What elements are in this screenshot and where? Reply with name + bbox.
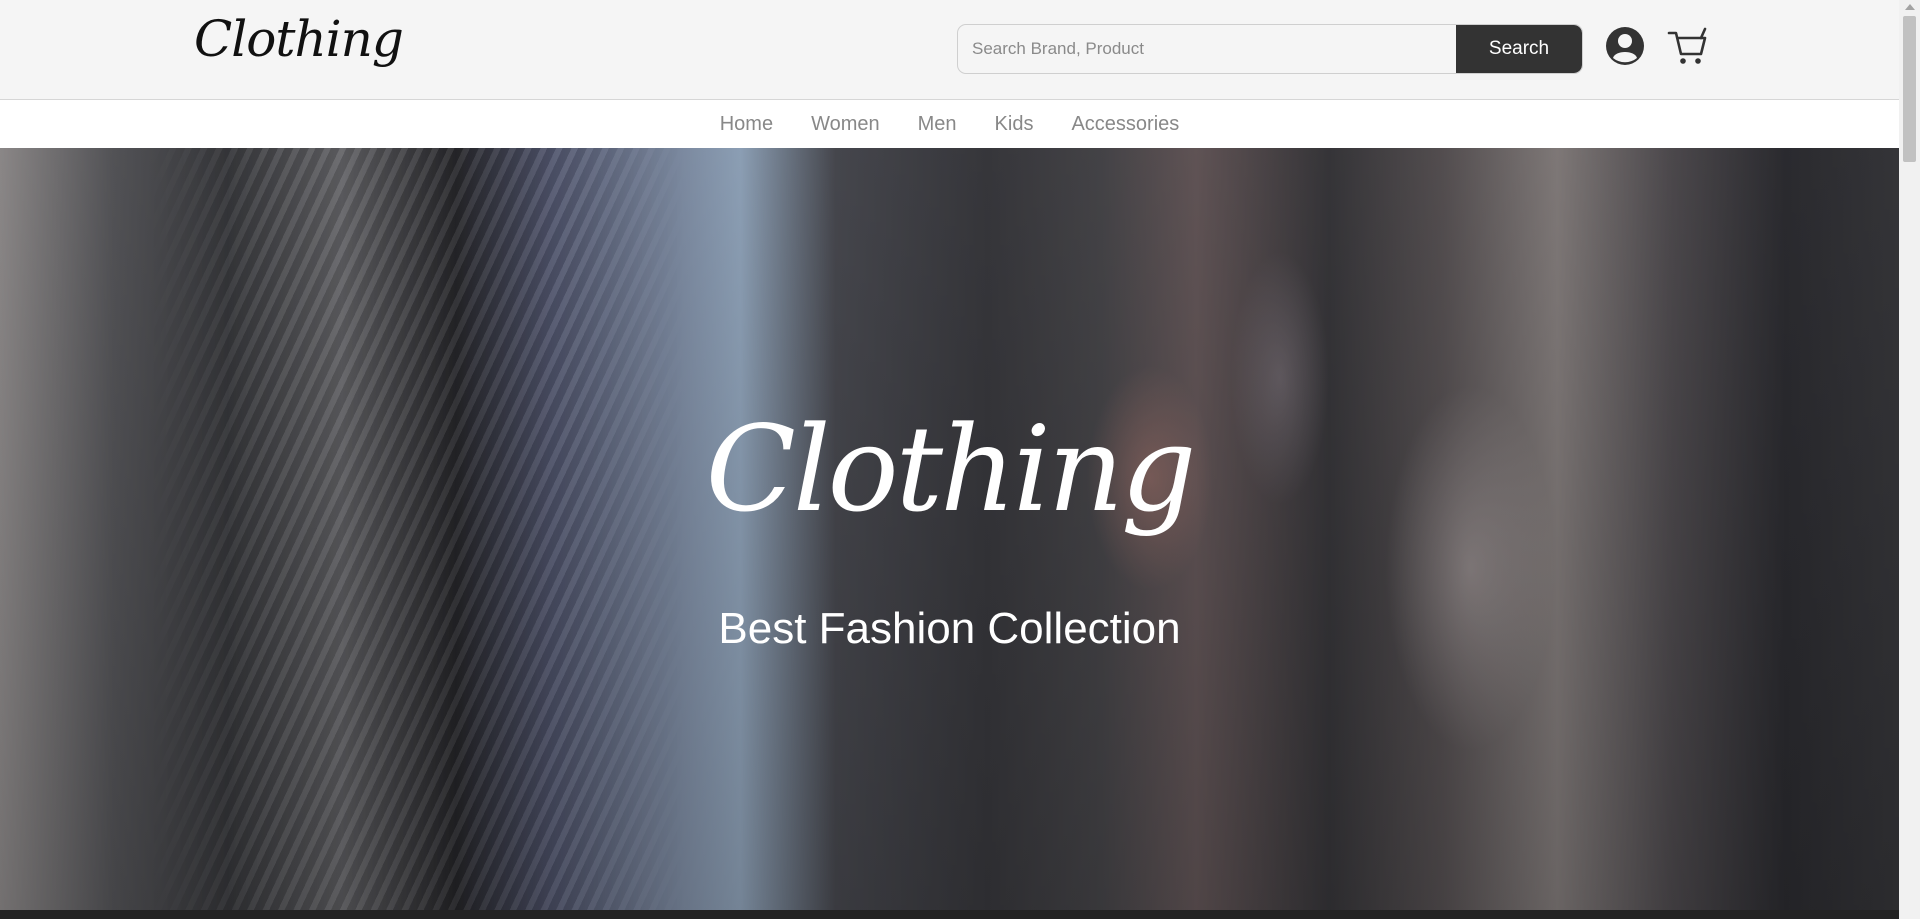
nav-item-men[interactable]: Men <box>918 113 957 136</box>
scrollbar-thumb[interactable] <box>1903 16 1916 162</box>
search-input[interactable] <box>958 25 1456 73</box>
nav-item-accessories[interactable]: Accessories <box>1071 113 1179 136</box>
search-form: Search <box>957 24 1583 74</box>
hero-tagline: Best Fashion Collection <box>718 604 1181 653</box>
user-account-icon[interactable] <box>1605 26 1645 66</box>
top-header: Clothing Search <box>0 0 1899 100</box>
nav-item-home[interactable]: Home <box>720 113 773 136</box>
main-nav: Home Women Men Kids Accessories <box>0 100 1899 148</box>
shopping-cart-icon[interactable] <box>1667 26 1709 66</box>
search-button[interactable]: Search <box>1456 25 1582 73</box>
vertical-scrollbar[interactable] <box>1899 0 1920 919</box>
hero-logo: Clothing <box>705 400 1197 538</box>
nav-item-kids[interactable]: Kids <box>995 113 1034 136</box>
scroll-up-arrow-icon[interactable] <box>1905 4 1915 10</box>
page-bottom-edge <box>0 910 1899 919</box>
hero-banner: Clothing Best Fashion Collection <box>0 148 1899 910</box>
nav-item-women[interactable]: Women <box>811 113 880 136</box>
site-logo[interactable]: Clothing <box>194 10 404 68</box>
